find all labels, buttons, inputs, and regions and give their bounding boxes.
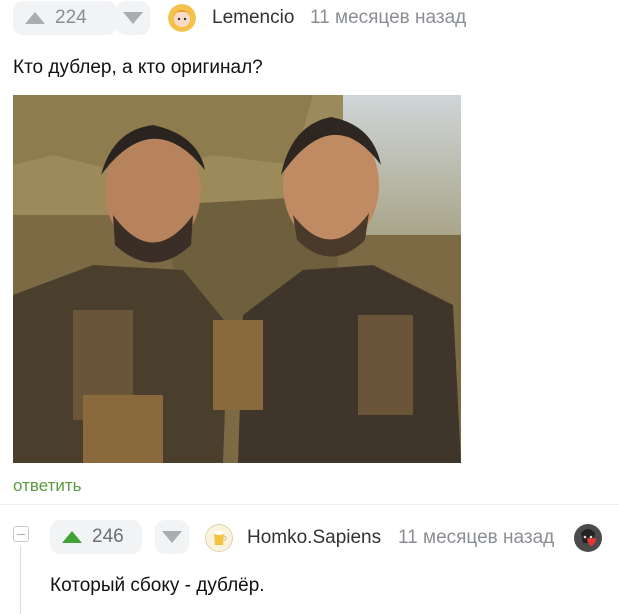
downvote-button[interactable]: [116, 1, 150, 35]
rating-count: 224: [55, 7, 87, 28]
minus-icon: [17, 533, 25, 535]
reply-downvote-button[interactable]: [155, 520, 189, 554]
timestamp: 11 месяцев назад: [310, 7, 467, 28]
thread-line[interactable]: [20, 546, 21, 614]
reply-text: Который сбоку - дублёр.: [50, 575, 265, 596]
user-badge-icon: [573, 523, 603, 553]
reply-rating-count: 246: [92, 526, 124, 547]
reply-author-name[interactable]: Homko.Sapiens: [247, 527, 381, 549]
reply-link[interactable]: ответить: [13, 476, 82, 496]
avatar[interactable]: [168, 4, 196, 32]
upvote-icon[interactable]: [62, 531, 82, 543]
reply-avatar[interactable]: [205, 524, 233, 552]
upvote-icon[interactable]: [25, 12, 45, 24]
comment-text: Кто дублер, а кто оригинал?: [13, 57, 263, 78]
post-image[interactable]: [13, 95, 461, 463]
upvote-pill[interactable]: 224: [13, 1, 117, 35]
downvote-icon: [162, 531, 182, 543]
divider: [0, 504, 619, 505]
collapse-thread-button[interactable]: [13, 526, 29, 542]
downvote-icon: [123, 12, 143, 24]
reply-upvote-pill[interactable]: 246: [50, 520, 142, 554]
reply-timestamp: 11 месяцев назад: [398, 527, 555, 548]
author-name[interactable]: Lemencio: [212, 7, 294, 29]
